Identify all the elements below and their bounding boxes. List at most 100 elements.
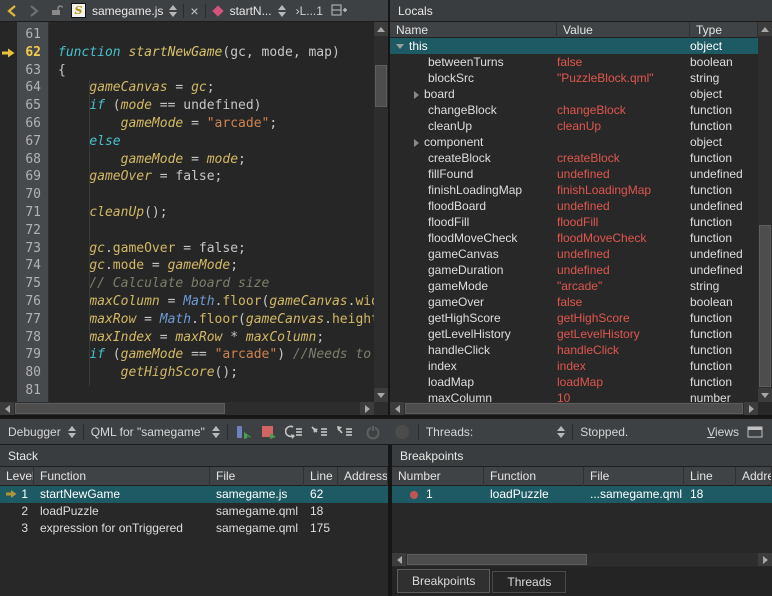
back-button[interactable] [4,1,20,21]
locals-row-board[interactable]: boardobject [390,86,758,102]
locals-row-gameMode[interactable]: gameMode"arcade"string [390,278,758,294]
restart-button-disabled[interactable] [364,423,382,441]
engine-selector[interactable]: QML for "samegame" [91,425,205,439]
expand-arrow-icon[interactable] [414,139,419,147]
views-menu-button[interactable]: Views [707,425,739,439]
split-editor-button[interactable] [329,1,349,21]
scroll-up-button[interactable] [758,22,772,36]
continue-button[interactable] [235,423,253,441]
gutter-line-number[interactable]: 63 [17,62,48,80]
gutter-line-number[interactable]: 79 [17,346,48,364]
scroll-right-button[interactable] [744,402,758,415]
gutter-line-number[interactable]: 61 [17,26,48,44]
symbol-dropdown-arrows[interactable] [278,5,286,17]
debugger-dropdown-arrows[interactable] [68,426,76,438]
locals-col-type[interactable]: Type [690,22,758,38]
gutter-line-number[interactable]: 74 [17,257,48,275]
gutter-line-number[interactable]: 77 [17,311,48,329]
gutter-line-number[interactable]: 66 [17,115,48,133]
locals-col-name[interactable]: Name [390,22,557,38]
gutter-line-number[interactable]: 72 [17,222,48,240]
stack-col-address[interactable]: Address [338,467,388,486]
stack-frame-row[interactable]: 2loadPuzzlesamegame.qml18 [0,503,388,520]
locals-row-component[interactable]: componentobject [390,134,758,150]
editor-vscrollbar[interactable] [374,22,388,415]
locals-row-gameOver[interactable]: gameOverfalseboolean [390,294,758,310]
code-editor[interactable]: 6162636465666768697071727374757677787980… [0,22,388,415]
bp-col-file[interactable]: File [584,467,684,486]
gutter-line-number[interactable]: 80 [17,364,48,382]
debugger-selector[interactable]: Debugger [8,425,61,439]
locals-row-betweenTurns[interactable]: betweenTurnsfalseboolean [390,54,758,70]
stop-debugger-button[interactable] [260,423,278,441]
expand-arrow-icon[interactable] [414,91,419,99]
locals-row-createBlock[interactable]: createBlockcreateBlockfunction [390,150,758,166]
scroll-right-button[interactable] [360,402,374,415]
scroll-down-button[interactable] [374,388,388,402]
gutter-line-number[interactable]: 75 [17,275,48,293]
stack-col-function[interactable]: Function [34,467,210,486]
tab-breakpoints[interactable]: Breakpoints [397,569,490,593]
gutter-line-number[interactable]: 67 [17,133,48,151]
bp-col-address[interactable]: Address [736,467,772,486]
breakpoints-hscrollbar[interactable] [392,553,772,566]
stack-col-file[interactable]: File [210,467,304,486]
locals-row-getHighScore[interactable]: getHighScoregetHighScorefunction [390,310,758,326]
tab-threads[interactable]: Threads [492,571,566,593]
locals-row-fillFound[interactable]: fillFoundundefinedundefined [390,166,758,182]
gutter-line-number[interactable]: 64 [17,79,48,97]
stack-frame-row[interactable]: 1startNewGamesamegame.js62 [0,486,388,503]
locals-row-cleanUp[interactable]: cleanUpcleanUpfunction [390,118,758,134]
hscroll-handle[interactable] [407,554,587,565]
locals-row-getLevelHistory[interactable]: getLevelHistorygetLevelHistoryfunction [390,326,758,342]
forward-button[interactable] [26,1,42,21]
scroll-right-button[interactable] [758,553,772,566]
locals-row-this[interactable]: thisobject [390,38,758,54]
scroll-down-button[interactable] [758,388,772,402]
locals-row-changeBlock[interactable]: changeBlockchangeBlockfunction [390,102,758,118]
gutter-line-number[interactable]: 65 [17,97,48,115]
scroll-left-button[interactable] [392,553,406,566]
line-number-gutter[interactable]: 6162636465666768697071727374757677787980… [17,22,49,402]
open-file-name[interactable]: samegame.js [92,4,163,18]
scroll-left-button[interactable] [390,402,404,415]
bp-col-line[interactable]: Line [684,467,736,486]
gutter-line-number[interactable]: 69 [17,168,48,186]
vscroll-handle[interactable] [759,225,771,387]
views-window-button[interactable] [746,423,764,441]
lock-button[interactable] [48,1,65,21]
locals-col-value[interactable]: Value [557,22,690,38]
gutter-line-number[interactable]: 76 [17,293,48,311]
editor-hscrollbar[interactable] [0,402,374,415]
step-over-button[interactable] [285,423,303,441]
bp-col-function[interactable]: Function [484,467,584,486]
symbol-selector[interactable]: startN... [230,4,272,18]
locals-row-floodFill[interactable]: floodFillfloodFillfunction [390,214,758,230]
gutter-line-number[interactable]: 70 [17,186,48,204]
gutter-line-number[interactable]: 71 [17,204,48,222]
vscroll-handle[interactable] [375,65,387,107]
breakpoint-margin[interactable] [0,22,17,402]
step-out-button[interactable] [335,423,353,441]
hscroll-handle[interactable] [405,403,743,414]
close-document-button[interactable]: × [190,4,198,18]
bp-col-number[interactable]: Number [392,467,484,486]
locals-row-blockSrc[interactable]: blockSrc"PuzzleBlock.qml"string [390,70,758,86]
locals-row-handleClick[interactable]: handleClickhandleClickfunction [390,342,758,358]
locals-row-floodBoard[interactable]: floodBoardundefinedundefined [390,198,758,214]
locals-hscrollbar[interactable] [390,402,758,415]
locals-row-maxColumn[interactable]: maxColumn10number [390,390,758,402]
engine-dropdown-arrows[interactable] [212,426,220,438]
step-into-button[interactable] [310,423,328,441]
gutter-line-number[interactable]: 81 [17,382,48,400]
hscroll-handle[interactable] [15,403,225,414]
gutter-line-number[interactable]: 68 [17,151,48,169]
stack-col-level[interactable]: Level [0,467,34,486]
record-button-disabled[interactable] [393,423,411,441]
locals-row-finishLoadingMap[interactable]: finishLoadingMapfinishLoadingMapfunction [390,182,758,198]
file-dropdown-arrows[interactable] [169,5,177,17]
gutter-line-number[interactable]: 73 [17,240,48,258]
breakpoint-row[interactable]: 1loadPuzzle...samegame.qml18 [392,486,772,503]
threads-dropdown-arrows[interactable] [557,426,565,438]
locals-row-floodMoveCheck[interactable]: floodMoveCheckfloodMoveCheckfunction [390,230,758,246]
